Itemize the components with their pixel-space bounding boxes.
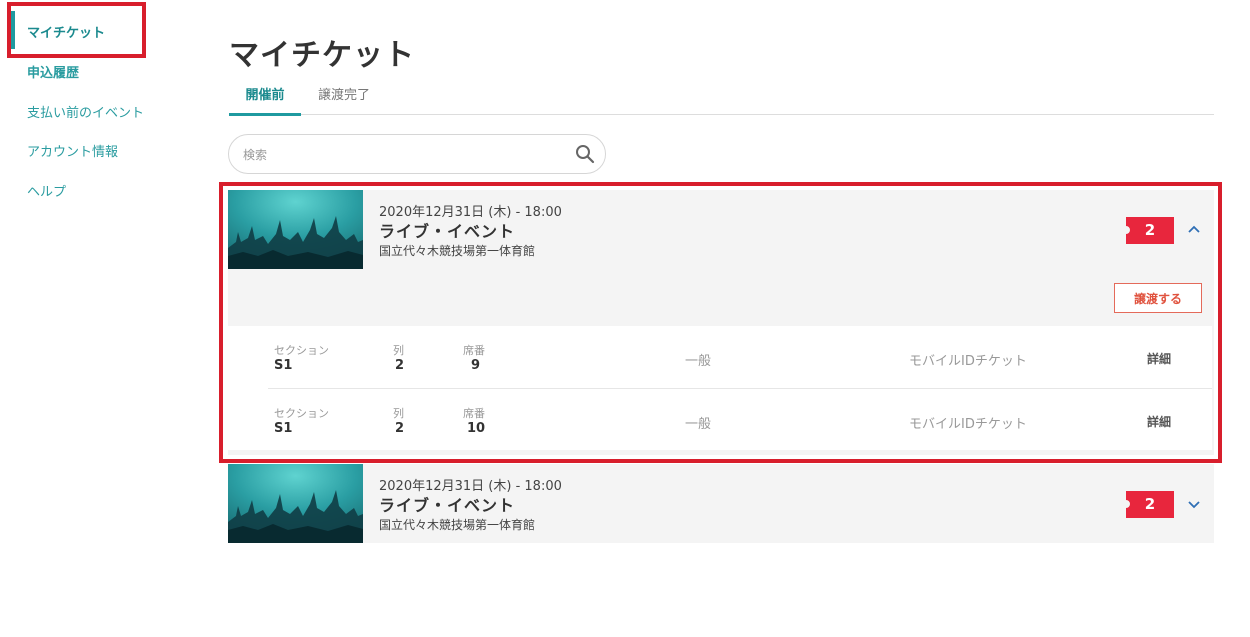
sidebar-item-application-history[interactable]: 申込履歴 — [27, 62, 79, 81]
row-value: 2 — [395, 358, 405, 373]
detail-link[interactable]: 詳細 — [1147, 413, 1171, 430]
section-value: S1 — [274, 358, 293, 373]
sidebar-item-my-tickets[interactable]: マイチケット — [27, 22, 105, 41]
search-input[interactable] — [241, 144, 565, 166]
section-label: セクション — [274, 344, 329, 357]
sidebar-item-help[interactable]: ヘルプ — [27, 181, 66, 200]
ticket-count: 2 — [1144, 221, 1156, 239]
sidebar-item-account-info[interactable]: アカウント情報 — [27, 141, 118, 160]
section-value: S1 — [274, 421, 293, 436]
seat-label: 席番 — [463, 407, 485, 420]
chevron-down-icon[interactable] — [1186, 496, 1202, 512]
event-venue: 国立代々木競技場第一体育館 — [379, 244, 536, 258]
section-label: セクション — [274, 407, 329, 420]
ticket-row: セクション S1 列 2 席番 9 一般 モバイルIDチケット 詳細 — [268, 326, 1212, 389]
seat-value: 10 — [467, 421, 486, 436]
ticket-count-badge: 2 — [1126, 217, 1174, 244]
search-box — [228, 134, 606, 174]
row-label: 列 — [393, 344, 404, 357]
ticket-count: 2 — [1144, 495, 1156, 513]
transfer-button[interactable]: 譲渡する — [1114, 283, 1202, 313]
tab-upcoming[interactable]: 開催前 — [229, 84, 301, 116]
sidebar-item-unpaid-events[interactable]: 支払い前のイベント — [27, 102, 144, 121]
ticket-type: 一般 — [685, 354, 712, 369]
seat-label: 席番 — [463, 344, 485, 357]
delivery-method: モバイルIDチケット — [909, 417, 1027, 432]
tab-transferred[interactable]: 譲渡完了 — [318, 84, 370, 103]
search-icon[interactable] — [575, 144, 595, 164]
ticket-type: 一般 — [685, 417, 712, 432]
ticket-count-badge: 2 — [1126, 491, 1174, 518]
event-venue: 国立代々木競技場第一体育館 — [379, 518, 536, 532]
tab-bar: 開催前 譲渡完了 — [229, 80, 1214, 116]
row-value: 2 — [395, 421, 405, 436]
event-card: 2020年12月31日 (木) - 18:00 ライブ・イベント 国立代々木競技… — [228, 464, 1214, 543]
ticket-list: セクション S1 列 2 席番 9 一般 モバイルIDチケット 詳細 セクション… — [228, 326, 1212, 450]
page-title: マイチケット — [229, 38, 415, 73]
event-title[interactable]: ライブ・イベント — [379, 492, 515, 516]
chevron-up-icon[interactable] — [1186, 222, 1202, 238]
event-card: 2020年12月31日 (木) - 18:00 ライブ・イベント 国立代々木競技… — [228, 190, 1214, 455]
row-label: 列 — [393, 407, 404, 420]
seat-value: 9 — [471, 358, 481, 373]
event-thumbnail — [228, 464, 363, 543]
event-thumbnail — [228, 190, 363, 269]
event-title[interactable]: ライブ・イベント — [379, 218, 515, 242]
detail-link[interactable]: 詳細 — [1147, 350, 1171, 367]
active-indicator — [11, 11, 15, 49]
delivery-method: モバイルIDチケット — [909, 354, 1027, 369]
ticket-row: セクション S1 列 2 席番 10 一般 モバイルIDチケット 詳細 — [268, 389, 1212, 451]
